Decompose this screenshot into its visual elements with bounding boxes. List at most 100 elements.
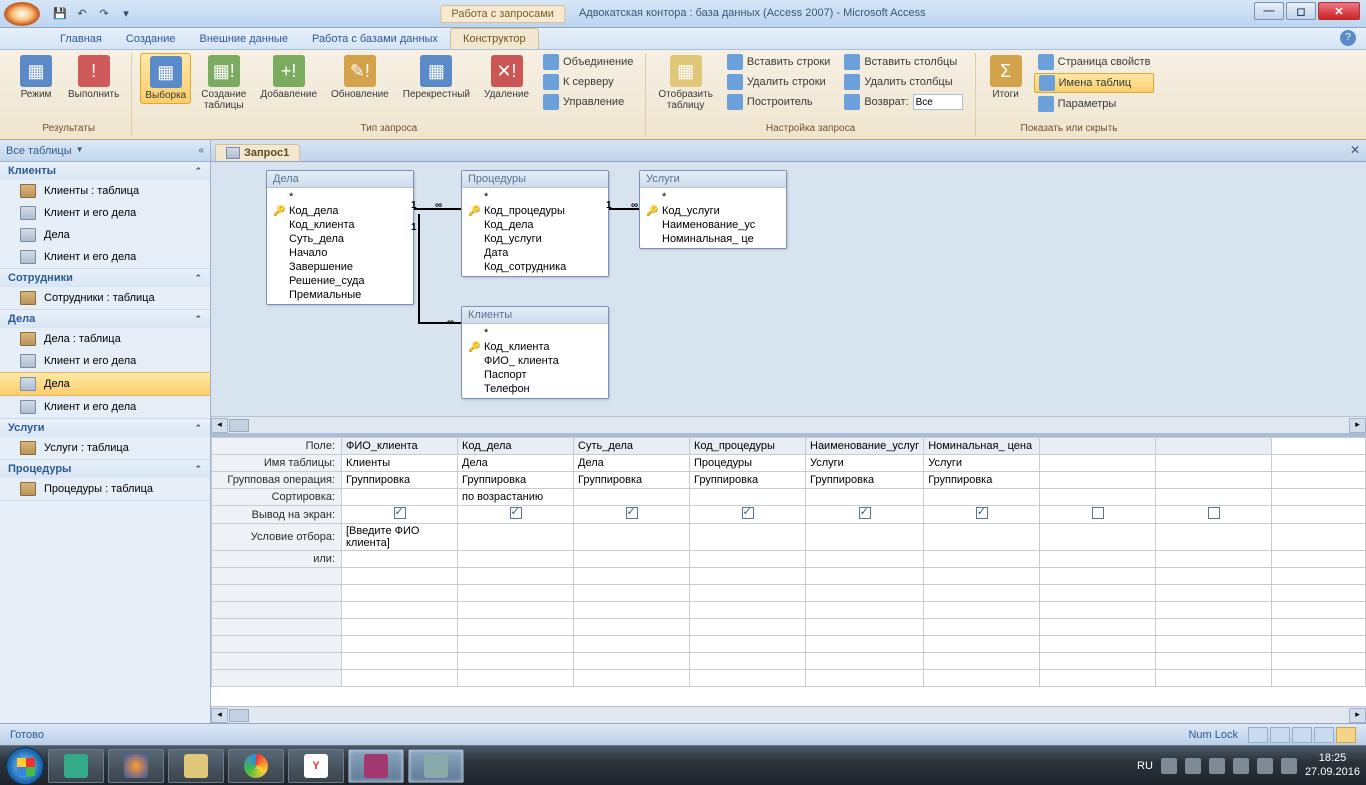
diagram-table-uslugi[interactable]: Услуги*🔑Код_услугиНаименование_усНоминал…: [639, 170, 787, 249]
grid-cell[interactable]: Услуги: [806, 455, 924, 472]
nav-item[interactable]: Дела: [0, 224, 210, 246]
taskbar-clock[interactable]: 18:25 27.09.2016: [1305, 752, 1360, 778]
office-button[interactable]: [4, 2, 40, 26]
table-field[interactable]: Завершение: [267, 260, 413, 274]
grid-cell[interactable]: [574, 551, 690, 568]
grid-cell[interactable]: [806, 524, 924, 551]
help-icon[interactable]: ?: [1340, 30, 1356, 46]
grid-cell[interactable]: [458, 602, 574, 619]
tab-create[interactable]: Создание: [114, 29, 188, 49]
table-field[interactable]: *: [640, 190, 786, 204]
delete-rows-button[interactable]: Удалить строки: [723, 73, 834, 91]
tab-external-data[interactable]: Внешние данные: [188, 29, 300, 49]
table-field[interactable]: Код_услуги: [462, 232, 608, 246]
grid-cell[interactable]: [806, 489, 924, 506]
grid-cell[interactable]: [1156, 524, 1272, 551]
grid-cell[interactable]: [458, 524, 574, 551]
grid-cell[interactable]: [690, 489, 806, 506]
view-chart-button[interactable]: [1292, 727, 1312, 743]
table-field[interactable]: Паспорт: [462, 368, 608, 382]
grid-cell[interactable]: ФИО_клиента: [342, 438, 458, 455]
grid-cell[interactable]: [1156, 670, 1272, 687]
grid-cell[interactable]: Номинальная_ цена: [924, 438, 1040, 455]
doc-tab-query1[interactable]: Запрос1: [215, 144, 300, 161]
grid-cell[interactable]: [1156, 438, 1272, 455]
grid-cell[interactable]: [806, 506, 924, 524]
grid-cell[interactable]: [342, 568, 458, 585]
grid-cell[interactable]: [1040, 568, 1156, 585]
builder-button[interactable]: Построитель: [723, 93, 834, 111]
diagram-table-klienty[interactable]: Клиенты*🔑Код_клиентаФИО_ клиентаПаспортТ…: [461, 306, 609, 399]
grid-cell[interactable]: [1040, 506, 1156, 524]
grid-cell[interactable]: [806, 619, 924, 636]
grid-cell[interactable]: [574, 585, 690, 602]
show-checkbox[interactable]: [626, 507, 638, 519]
grid-cell[interactable]: [574, 653, 690, 670]
grid-cell[interactable]: [806, 568, 924, 585]
tab-db-tools[interactable]: Работа с базами данных: [300, 29, 450, 49]
datadef-button[interactable]: Управление: [539, 93, 637, 111]
union-button[interactable]: Объединение: [539, 53, 637, 71]
grid-cell[interactable]: [574, 489, 690, 506]
tray-volume-icon[interactable]: [1281, 758, 1297, 774]
grid-cell[interactable]: [924, 524, 1040, 551]
view-button[interactable]: ▦ Режим: [14, 53, 58, 102]
grid-cell[interactable]: [924, 636, 1040, 653]
grid-cell[interactable]: Процедуры: [690, 455, 806, 472]
parameters-button[interactable]: Параметры: [1034, 95, 1155, 113]
grid-cell[interactable]: Группировка: [806, 472, 924, 489]
scroll-left-icon[interactable]: ◂: [211, 708, 228, 723]
grid-cell[interactable]: Группировка: [574, 472, 690, 489]
nav-item[interactable]: Клиенты : таблица: [0, 180, 210, 202]
nav-item[interactable]: Процедуры : таблица: [0, 478, 210, 500]
table-field[interactable]: 🔑Код_клиента: [462, 340, 608, 354]
qa-customize-icon[interactable]: ▾: [116, 4, 136, 24]
doc-tab-close-icon[interactable]: ✕: [1350, 143, 1360, 157]
grid-cell[interactable]: [806, 653, 924, 670]
grid-cell[interactable]: [1040, 524, 1156, 551]
tray-network-icon[interactable]: [1257, 758, 1273, 774]
grid-cell[interactable]: [342, 653, 458, 670]
grid-cell[interactable]: [458, 568, 574, 585]
property-sheet-button[interactable]: Страница свойств: [1034, 53, 1155, 71]
grid-cell[interactable]: [1156, 602, 1272, 619]
grid-cell[interactable]: [458, 506, 574, 524]
table-field[interactable]: Решение_суда: [267, 274, 413, 288]
scroll-thumb[interactable]: [229, 419, 249, 432]
table-names-button[interactable]: Имена таблиц: [1034, 73, 1155, 93]
grid-cell[interactable]: [1156, 472, 1272, 489]
view-datasheet-button[interactable]: [1248, 727, 1268, 743]
grid-cell[interactable]: [924, 489, 1040, 506]
nav-group-header[interactable]: Дела⌃: [0, 310, 210, 328]
table-field[interactable]: Код_клиента: [267, 218, 413, 232]
view-sql-button[interactable]: [1314, 727, 1334, 743]
nav-header[interactable]: Все таблицы▼ «: [0, 140, 210, 162]
grid-cell[interactable]: [1040, 653, 1156, 670]
append-button[interactable]: +! Добавление: [256, 53, 321, 102]
start-button[interactable]: [6, 747, 44, 785]
grid-cell[interactable]: [924, 670, 1040, 687]
grid-cell[interactable]: [342, 585, 458, 602]
grid-cell[interactable]: [1040, 585, 1156, 602]
grid-cell[interactable]: [458, 670, 574, 687]
grid-cell[interactable]: [574, 506, 690, 524]
nav-item[interactable]: Клиент и его дела: [0, 350, 210, 372]
grid-cell[interactable]: [342, 619, 458, 636]
insert-cols-button[interactable]: Вставить столбцы: [840, 53, 966, 71]
grid-cell[interactable]: [1156, 506, 1272, 524]
show-checkbox[interactable]: [1208, 507, 1220, 519]
grid-cell[interactable]: [924, 585, 1040, 602]
insert-rows-button[interactable]: Вставить строки: [723, 53, 834, 71]
taskbar-ie[interactable]: [48, 749, 104, 783]
taskbar-firefox[interactable]: [108, 749, 164, 783]
update-button[interactable]: ✎! Обновление: [327, 53, 393, 102]
delete-cols-button[interactable]: Удалить столбцы: [840, 73, 966, 91]
maximize-button[interactable]: ◻: [1286, 2, 1316, 20]
grid-cell[interactable]: [458, 551, 574, 568]
tab-design[interactable]: Конструктор: [450, 28, 539, 49]
grid-cell[interactable]: [342, 636, 458, 653]
grid-cell[interactable]: [1156, 653, 1272, 670]
table-field[interactable]: Код_сотрудника: [462, 260, 608, 274]
grid-cell[interactable]: [342, 551, 458, 568]
grid-cell[interactable]: [690, 551, 806, 568]
